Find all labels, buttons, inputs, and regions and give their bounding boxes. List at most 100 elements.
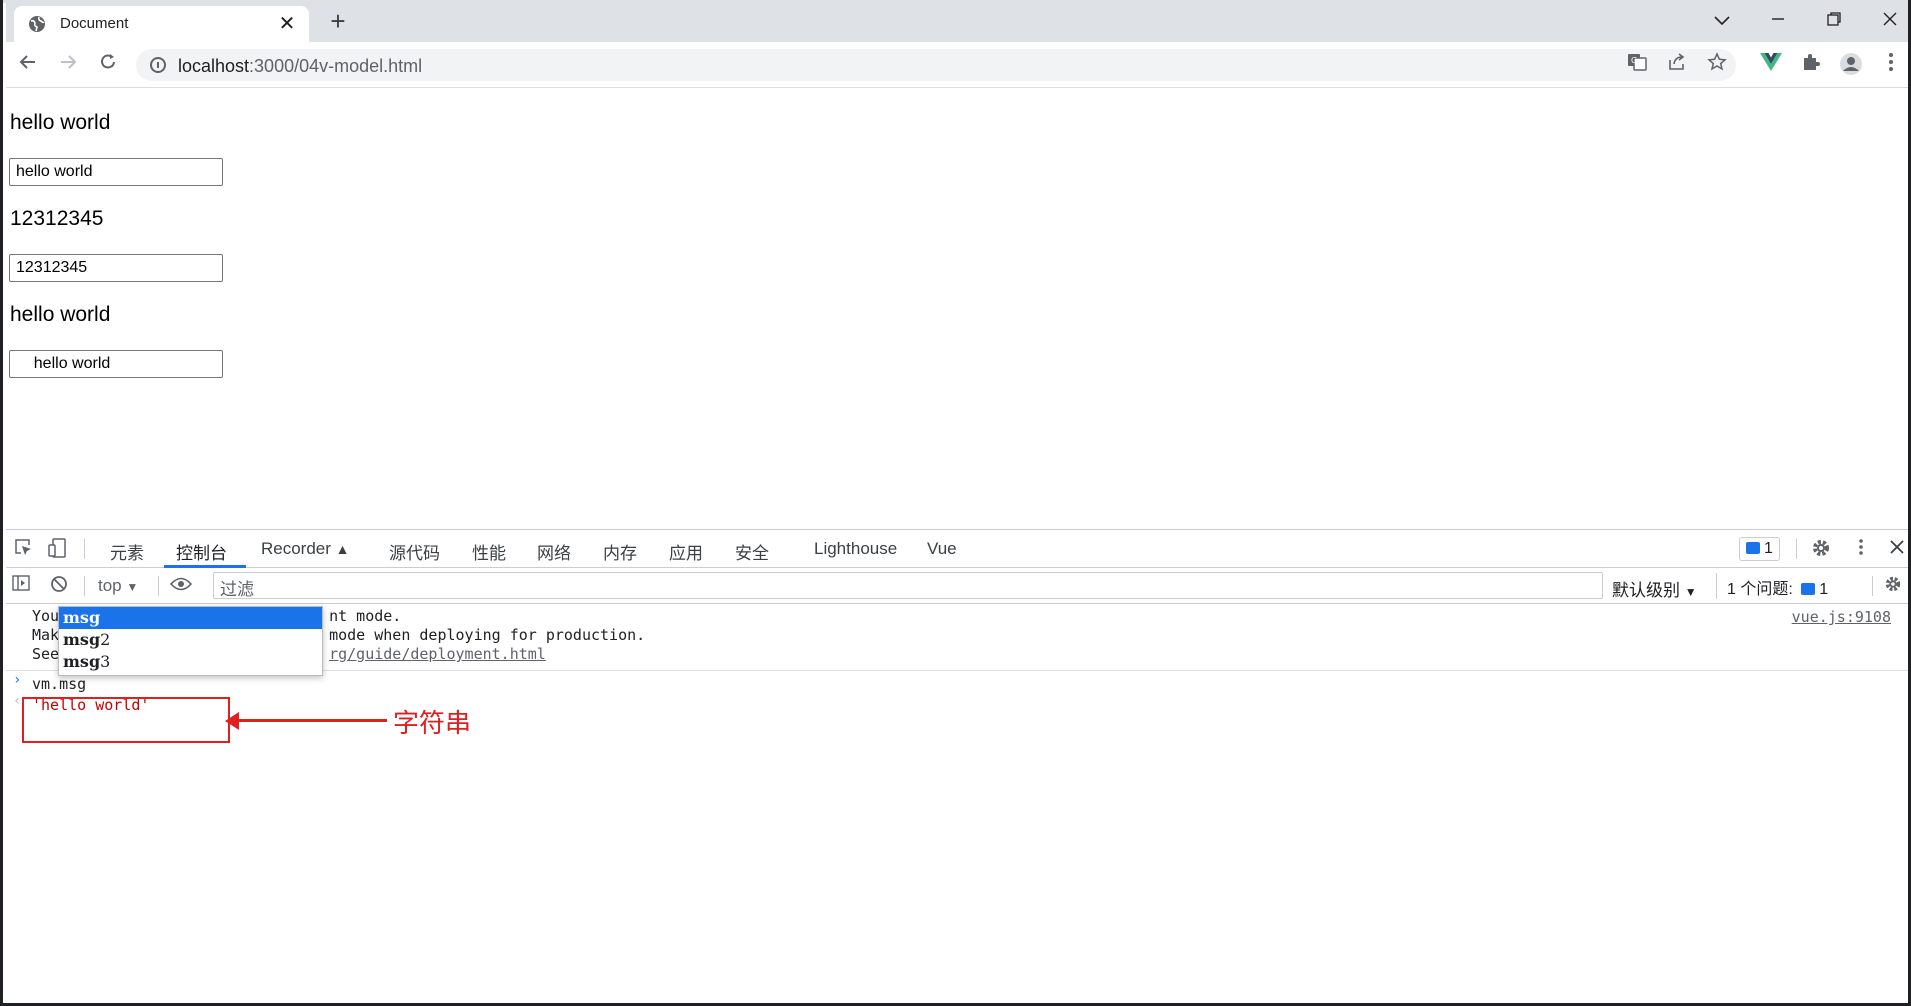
devtools-panel: 元素 控制台 Recorder ▲ 源代码 性能 网络 内存 应用 安全 Lig…	[6, 529, 1908, 1003]
tab-recorder-label: Recorder	[261, 539, 331, 558]
inspect-element-icon[interactable]	[12, 538, 34, 560]
autocomplete-popup: msg msg2 msg3	[58, 606, 323, 676]
filter-input[interactable]: 过滤	[213, 572, 1603, 599]
page-viewport: hello world hello world 12312345 1231234…	[6, 89, 1896, 529]
toolbar-divider	[84, 539, 85, 559]
console-text: Mak	[32, 626, 60, 644]
dropdown-arrow-icon: ▼	[1684, 585, 1697, 599]
log-levels-label: 默认级别	[1612, 581, 1680, 600]
tab-recorder[interactable]: Recorder ▲	[261, 539, 350, 559]
site-info-icon[interactable]	[150, 57, 166, 73]
issues-label: 1 个问题:	[1727, 581, 1793, 598]
tab-security[interactable]: 安全	[735, 539, 769, 564]
issues-count: 1	[1819, 581, 1829, 598]
device-toggle-icon[interactable]	[46, 538, 68, 560]
translate-icon[interactable]: G	[1624, 52, 1650, 78]
window-close-icon[interactable]	[1870, 6, 1908, 34]
toolbar-divider	[1796, 539, 1797, 559]
browser-menu-icon[interactable]	[1878, 52, 1904, 78]
tab-elements[interactable]: 元素	[110, 539, 144, 564]
source-location-link[interactable]: vue.js:9108	[1792, 608, 1891, 626]
issue-flag-icon	[1801, 583, 1816, 595]
profile-avatar-icon[interactable]	[1838, 52, 1864, 78]
flask-icon: ▲	[335, 541, 350, 557]
globe-icon	[29, 16, 45, 32]
reload-icon[interactable]	[94, 51, 122, 79]
autocomplete-item[interactable]: msg	[59, 607, 322, 629]
message-flag-icon	[1746, 542, 1760, 554]
annotation-arrow-line	[231, 719, 387, 722]
devtools-tab-bar: 元素 控制台 Recorder ▲ 源代码 性能 网络 内存 应用 安全 Lig…	[6, 530, 1908, 568]
share-icon[interactable]	[1664, 52, 1690, 78]
svg-text:G: G	[1631, 56, 1637, 65]
tab-network[interactable]: 网络	[537, 539, 571, 564]
autocomplete-typed: msg	[63, 630, 101, 649]
back-arrow-icon[interactable]	[14, 51, 42, 79]
tab-title: Document	[60, 15, 129, 32]
tab-performance[interactable]: 性能	[472, 539, 506, 564]
clear-console-icon[interactable]	[48, 575, 70, 597]
context-label: top	[98, 576, 122, 595]
browser-tab[interactable]: Document ✕	[14, 6, 309, 42]
console-filter-bar: top ▼ 过滤 默认级别 ▼ 1 个问题: 1	[6, 568, 1908, 604]
tab-memory[interactable]: 内存	[603, 539, 637, 564]
issues-badge: 1	[1797, 579, 1832, 603]
message-text-3: hello world	[10, 303, 111, 326]
url-host: localhost	[178, 56, 250, 76]
tab-lighthouse[interactable]: Lighthouse	[814, 539, 897, 559]
browser-window: Document ✕ + localhost:3000/04v-model.ht…	[0, 0, 1911, 1006]
message-input-1[interactable]: hello world	[9, 158, 223, 186]
console-input-line[interactable]: vm.msg	[32, 675, 86, 693]
tab-sources[interactable]: 源代码	[389, 539, 440, 564]
vue-devtools-icon[interactable]	[1758, 52, 1784, 78]
console-text: You	[32, 607, 60, 625]
browser-toolbar: localhost:3000/04v-model.html G	[6, 42, 1908, 88]
deployment-guide-link[interactable]: rg/guide/deployment.html	[329, 645, 546, 663]
star-icon[interactable]	[1704, 52, 1730, 78]
message-count: 1	[1764, 540, 1773, 557]
extensions-puzzle-icon[interactable]	[1798, 52, 1824, 78]
console-settings-gear-icon[interactable]	[1882, 575, 1904, 597]
message-input-3[interactable]: hello world	[9, 350, 223, 378]
messages-badge[interactable]: 1	[1739, 537, 1780, 561]
close-devtools-icon[interactable]	[1886, 538, 1908, 560]
sidebar-toggle-icon[interactable]	[10, 575, 32, 597]
dropdown-arrow-icon: ▼	[126, 580, 139, 594]
eye-icon[interactable]	[169, 575, 193, 597]
issues-button[interactable]: 1 个问题: 1	[1716, 573, 1842, 599]
context-selector[interactable]: top ▼	[98, 576, 138, 596]
tab-application[interactable]: 应用	[669, 539, 703, 564]
console-text: See	[32, 645, 60, 663]
toolbar-divider	[158, 576, 159, 596]
annotation-arrow-head	[225, 712, 239, 730]
tab-strip: Document ✕ +	[6, 0, 1908, 42]
autocomplete-rest: 2	[100, 630, 111, 649]
forward-arrow-icon[interactable]	[54, 51, 82, 79]
log-levels-dropdown[interactable]: 默认级别 ▼	[1612, 576, 1697, 601]
close-icon[interactable]: ✕	[275, 12, 299, 36]
annotation-highlight-box	[22, 697, 230, 743]
toolbar-divider	[84, 576, 85, 596]
new-tab-button[interactable]: +	[324, 8, 352, 36]
console-text: mode when deploying for production.	[329, 626, 646, 644]
tab-console[interactable]: 控制台	[176, 539, 227, 564]
url-text[interactable]: localhost:3000/04v-model.html	[178, 56, 422, 77]
message-input-2[interactable]: 12312345	[9, 254, 223, 282]
address-bar[interactable]: localhost:3000/04v-model.html G	[136, 49, 1736, 81]
tab-vue[interactable]: Vue	[927, 539, 957, 559]
more-options-icon[interactable]	[1850, 538, 1872, 560]
gear-icon[interactable]	[1810, 538, 1832, 560]
console-text: nt mode.	[329, 607, 402, 625]
result-chevron-icon: ‹	[13, 693, 22, 709]
autocomplete-item[interactable]: msg3	[59, 651, 322, 673]
annotation-label: 字符串	[393, 709, 472, 739]
autocomplete-typed: msg	[63, 652, 101, 671]
autocomplete-item[interactable]: msg2	[59, 629, 322, 651]
minimize-icon[interactable]	[1758, 6, 1798, 34]
autocomplete-rest: 3	[100, 652, 111, 671]
message-text-1: hello world	[10, 111, 111, 134]
autocomplete-typed: msg	[63, 608, 101, 627]
toolbar-divider	[1872, 576, 1873, 596]
chevron-down-icon[interactable]	[1702, 6, 1742, 34]
restore-icon[interactable]	[1814, 6, 1854, 34]
